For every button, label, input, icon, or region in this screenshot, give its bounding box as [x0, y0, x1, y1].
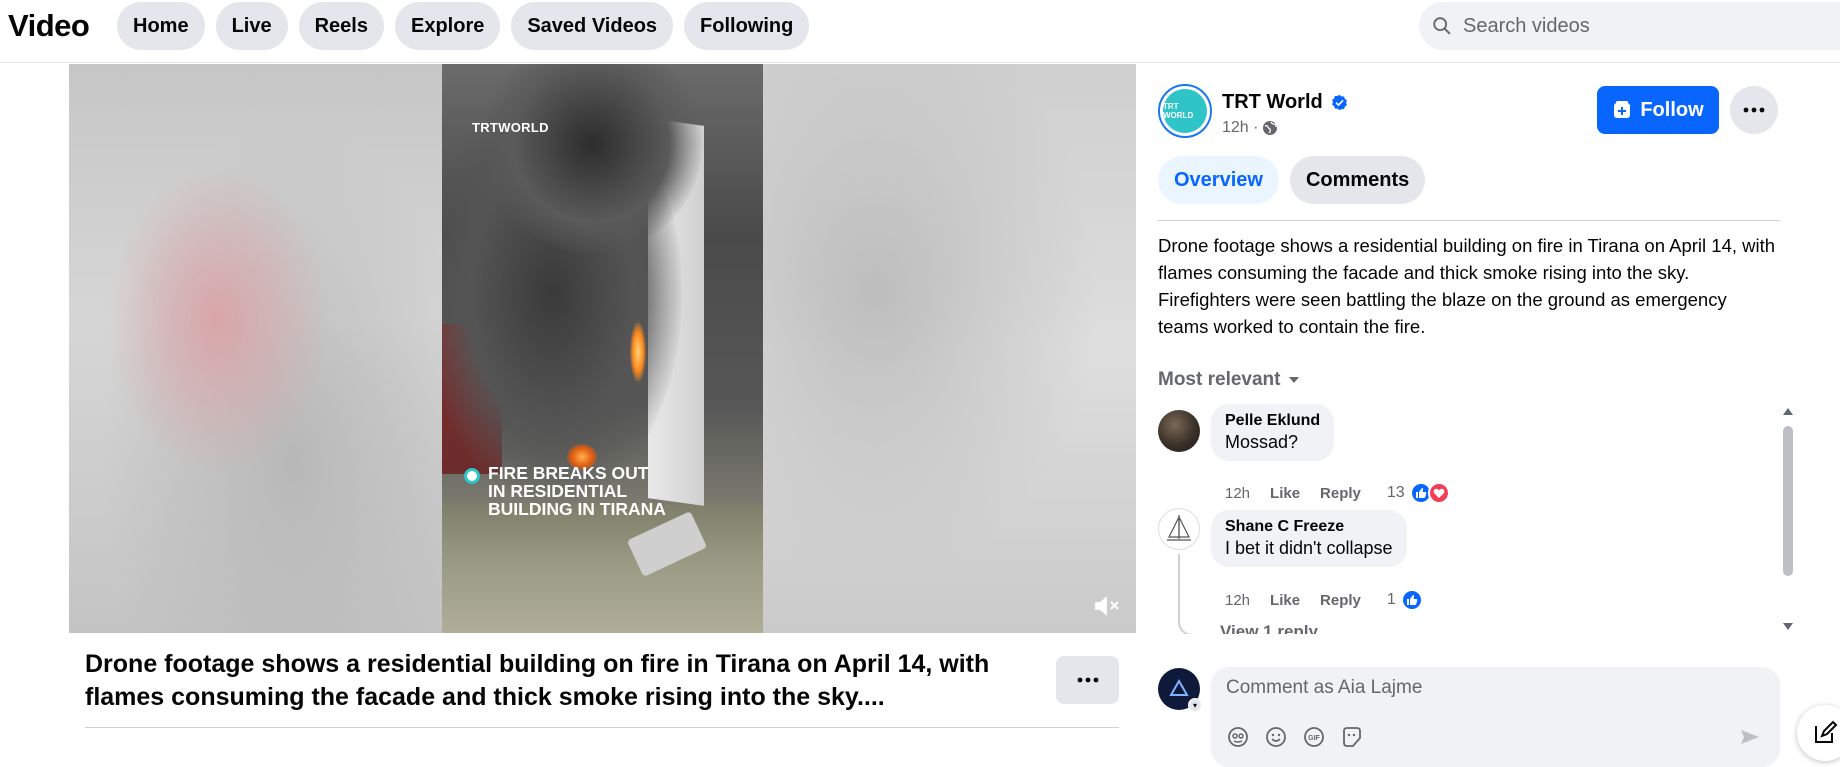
view-replies-link[interactable]: View 1 reply — [1220, 622, 1318, 634]
comment-input-placeholder: Comment as Aia Lajme — [1226, 677, 1423, 698]
comment-actions: 12h Like Reply 13 — [1225, 482, 1450, 504]
like-reaction-icon — [1400, 589, 1423, 611]
emoji-icon[interactable] — [1264, 725, 1288, 749]
scroll-down-arrow-icon[interactable] — [1782, 622, 1794, 632]
comment-reactions[interactable]: 13 — [1387, 482, 1450, 504]
search-placeholder: Search videos — [1463, 14, 1590, 37]
page-name-row: TRT World — [1222, 91, 1348, 114]
comment-actions: 12h Like Reply 1 — [1225, 589, 1423, 611]
comment-composer[interactable]: Comment as Aia Lajme GIF — [1211, 667, 1780, 767]
ground-scene — [442, 504, 763, 633]
avatar-sticker-icon[interactable] — [1226, 725, 1250, 749]
caption-dot-icon — [464, 468, 480, 484]
post-description: Drone footage shows a residential buildi… — [1158, 235, 1776, 337]
comment-time[interactable]: 12h — [1225, 485, 1250, 502]
post-panel: TRT WORLD TRT World 12h · Follow Overvie… — [1158, 64, 1840, 767]
tab-comments[interactable]: Comments — [1289, 156, 1426, 204]
tab-following[interactable]: Following — [684, 2, 810, 50]
svg-text:GIF: GIF — [1308, 735, 1320, 742]
blurred-background-left — [69, 64, 442, 633]
comment-bubble: Shane C Freeze I bet it didn't collapse — [1211, 510, 1407, 567]
globe-icon — [1263, 121, 1278, 135]
current-user-avatar[interactable]: ▾ — [1158, 668, 1202, 712]
video-title: Drone footage shows a residential buildi… — [85, 650, 990, 711]
video-more-button[interactable] — [1056, 656, 1119, 704]
follow-page-icon — [1614, 101, 1631, 118]
post-more-button[interactable] — [1730, 86, 1778, 134]
video-nav-tabs: Home Live Reels Explore Saved Videos Fol… — [117, 2, 810, 50]
comments-list: Pelle Eklund Mossad? 12h Like Reply 13 S… — [1158, 404, 1780, 634]
post-meta: 12h · — [1222, 119, 1278, 137]
post-tabs: Overview Comments — [1158, 156, 1426, 204]
divider — [85, 727, 1119, 728]
sticker-icon[interactable] — [1340, 725, 1364, 749]
muted-speaker-icon[interactable] — [1092, 593, 1122, 619]
search-input[interactable]: Search videos — [1419, 2, 1840, 50]
trt-world-watermark: TRTWORLD — [472, 120, 549, 135]
compose-edit-icon — [1815, 720, 1838, 743]
overlay-caption-text: FIRE BREAKS OUT IN RESIDENTIAL BUILDING … — [488, 463, 666, 519]
page-title: Video — [8, 8, 90, 43]
comment-text: I bet it didn't collapse — [1225, 538, 1393, 558]
scrollbar-thumb[interactable] — [1783, 426, 1793, 576]
comment-reply-button[interactable]: Reply — [1320, 485, 1361, 502]
comment-time[interactable]: 12h — [1225, 592, 1250, 609]
commenter-avatar[interactable] — [1158, 410, 1200, 452]
sort-label: Most relevant — [1158, 369, 1281, 390]
comments-scrollbar[interactable] — [1779, 404, 1795, 634]
gif-icon[interactable]: GIF — [1302, 725, 1326, 749]
user-logo-icon — [1169, 678, 1189, 696]
video-overlay-caption: FIRE BREAKS OUT IN RESIDENTIAL BUILDING … — [464, 464, 744, 518]
flame-shape — [630, 322, 646, 382]
video-player[interactable]: TRTWORLD FIRE BREAKS OUT IN RESIDENTIAL … — [69, 64, 1136, 633]
love-reaction-icon — [1427, 482, 1450, 504]
tab-live[interactable]: Live — [215, 2, 288, 50]
tab-reels[interactable]: Reels — [298, 2, 384, 50]
page-avatar[interactable]: TRT WORLD — [1158, 84, 1212, 138]
comment-like-button[interactable]: Like — [1270, 485, 1300, 502]
top-bar: Video Home Live Reels Explore Saved Vide… — [0, 0, 1840, 63]
ellipsis-icon — [1743, 107, 1765, 113]
composer-tools: GIF — [1226, 725, 1364, 749]
reaction-count: 13 — [1386, 484, 1405, 501]
post-time[interactable]: 12h · — [1222, 119, 1258, 137]
comment-like-button[interactable]: Like — [1270, 592, 1300, 609]
commenter-avatar[interactable] — [1158, 508, 1200, 550]
scroll-up-arrow-icon[interactable] — [1782, 406, 1794, 416]
send-icon[interactable] — [1738, 725, 1762, 749]
avatar-logo-text: TRT WORLD — [1163, 89, 1207, 133]
comment-author[interactable]: Shane C Freeze — [1225, 518, 1393, 536]
chevron-down-icon[interactable]: ▾ — [1188, 698, 1202, 712]
comment-text: Mossad? — [1225, 432, 1299, 452]
video-frame: TRTWORLD FIRE BREAKS OUT IN RESIDENTIAL … — [442, 64, 763, 633]
divider — [1158, 220, 1780, 221]
tab-overview[interactable]: Overview — [1158, 156, 1279, 204]
tab-explore[interactable]: Explore — [394, 2, 501, 50]
follow-label: Follow — [1640, 98, 1704, 121]
comment-sort-dropdown[interactable]: Most relevant — [1158, 369, 1300, 391]
verified-badge-icon — [1331, 94, 1347, 111]
blurred-background-right — [763, 64, 1136, 633]
comment-reactions[interactable]: 1 — [1387, 589, 1423, 611]
page-name[interactable]: TRT World — [1222, 91, 1323, 114]
caret-down-icon — [1289, 377, 1300, 383]
comment-author[interactable]: Pelle Eklund — [1225, 412, 1320, 430]
ellipsis-icon — [1077, 677, 1098, 683]
reply-thread-line — [1178, 554, 1214, 634]
sailboat-icon — [1167, 515, 1191, 541]
tab-saved-videos[interactable]: Saved Videos — [511, 2, 674, 50]
reaction-count: 1 — [1386, 591, 1396, 608]
search-icon — [1433, 17, 1451, 35]
tab-home[interactable]: Home — [117, 2, 205, 50]
comment-bubble: Pelle Eklund Mossad? — [1211, 404, 1335, 461]
follow-button[interactable]: Follow — [1597, 86, 1719, 134]
comment-reply-button[interactable]: Reply — [1320, 592, 1361, 609]
